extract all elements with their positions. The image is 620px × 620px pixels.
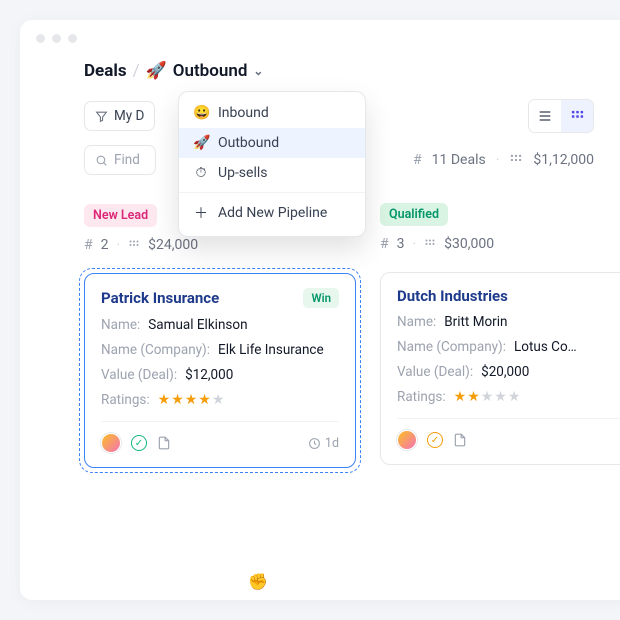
document-icon[interactable] — [453, 432, 467, 448]
company-name: Lotus Co… — [514, 339, 577, 355]
grab-cursor-icon: ✊ — [248, 572, 268, 591]
pipeline-option-upsells[interactable]: ⏱ Up-sells — [179, 158, 365, 188]
breadcrumb-root[interactable]: Deals — [84, 61, 127, 81]
add-pipeline-button[interactable]: ＋ Add New Pipeline — [179, 192, 365, 230]
field-label: Value (Deal): — [397, 364, 473, 380]
deal-value: $20,000 — [481, 364, 529, 380]
kanban-column-qualified: Qualified # 3 · $30,000 Dutch Industries — [380, 203, 620, 468]
avatar[interactable] — [101, 433, 121, 453]
grid-icon — [424, 238, 436, 250]
pipeline-option-outbound[interactable]: 🚀 Outbound — [179, 128, 365, 158]
deal-value: $12,000 — [185, 367, 233, 383]
list-view-button[interactable] — [529, 100, 561, 132]
deal-card[interactable]: Dutch Industries Name: Britt Morin Name … — [380, 272, 620, 465]
time-ago: 1d — [308, 436, 339, 451]
deal-count: 11 Deals — [432, 152, 486, 168]
view-toggle — [528, 99, 594, 133]
breadcrumb: Deals / 🚀 Outbound ⌄ — [84, 61, 594, 81]
pipeline-selector[interactable]: 🚀 Outbound ⌄ — [146, 61, 264, 81]
field-label: Name (Company): — [397, 339, 506, 355]
grid-icon — [128, 239, 140, 251]
hash-icon: # — [413, 152, 422, 168]
status-badge: Win — [303, 288, 339, 308]
separator-dot: · — [496, 152, 500, 168]
total-value: $1,12,000 — [533, 152, 594, 168]
search-icon — [95, 154, 108, 167]
column-count: 3 — [397, 236, 405, 252]
warning-circle-icon: ✓ — [427, 432, 443, 448]
pipeline-summary: # 11 Deals · $1,12,000 — [413, 152, 594, 168]
hash-icon: # — [84, 237, 93, 253]
pipeline-option-inbound[interactable]: 😀 Inbound — [179, 98, 365, 128]
field-label: Name: — [397, 314, 436, 330]
document-icon[interactable] — [157, 435, 171, 451]
filter-label: My D — [114, 108, 144, 124]
column-value: $24,000 — [148, 237, 198, 253]
pipeline-name: Outbound — [173, 61, 248, 81]
column-badge: New Lead — [84, 204, 157, 227]
rocket-icon: 🚀 — [146, 61, 167, 81]
field-label: Ratings: — [397, 389, 446, 405]
add-pipeline-label: Add New Pipeline — [218, 205, 327, 221]
window-titlebar — [20, 20, 620, 51]
company-name: Elk Life Insurance — [218, 342, 324, 358]
search-placeholder: Find — [114, 152, 140, 168]
pipeline-dropdown: 😀 Inbound 🚀 Outbound ⏱ Up-sells ＋ Add Ne… — [178, 91, 366, 237]
column-badge: Qualified — [380, 203, 448, 226]
column-summary: # 3 · $30,000 — [380, 236, 620, 252]
field-label: Name (Company): — [101, 342, 210, 358]
hash-icon: # — [380, 236, 389, 252]
breadcrumb-separator: / — [133, 61, 140, 81]
kanban-column-new-lead: New Lead ＋ # 2 · $24,000 — [84, 203, 356, 468]
app-window: Deals / 🚀 Outbound ⌄ My D 😀 Inbound — [20, 20, 620, 600]
contact-name: Samual Elkinson — [148, 317, 247, 333]
smile-icon: 😀 — [193, 105, 209, 121]
my-deals-filter[interactable]: My D — [84, 101, 155, 131]
field-label: Ratings: — [101, 392, 150, 408]
rating-stars: ★★★★★ — [158, 392, 226, 408]
search-input[interactable]: Find — [84, 145, 156, 175]
column-value: $30,000 — [444, 236, 494, 252]
pipeline-option-label: Up-sells — [218, 165, 268, 181]
deal-title: Patrick Insurance — [101, 289, 219, 307]
column-summary: # 2 · $24,000 — [84, 237, 356, 253]
rating-stars: ★★★★★ — [454, 389, 522, 405]
pipeline-option-label: Inbound — [218, 105, 269, 121]
column-count: 2 — [101, 237, 109, 253]
contact-name: Britt Morin — [444, 314, 507, 330]
funnel-icon — [95, 110, 108, 123]
avatar[interactable] — [397, 430, 417, 450]
field-label: Name: — [101, 317, 140, 333]
field-label: Value (Deal): — [101, 367, 177, 383]
deal-card[interactable]: Patrick Insurance Win Name: Samual Elkin… — [84, 273, 356, 468]
kanban-view-button[interactable] — [561, 100, 593, 132]
deal-title: Dutch Industries — [397, 287, 508, 305]
pipeline-option-label: Outbound — [218, 135, 279, 151]
chevron-down-icon: ⌄ — [253, 64, 263, 78]
stopwatch-icon: ⏱ — [193, 165, 209, 181]
check-circle-icon: ✓ — [131, 435, 147, 451]
window-dot — [52, 34, 61, 43]
clock-icon — [308, 437, 321, 450]
rocket-icon: 🚀 — [193, 135, 209, 151]
grid-icon — [509, 153, 523, 167]
window-dot — [68, 34, 77, 43]
window-dot — [36, 34, 45, 43]
plus-icon: ＋ — [193, 203, 209, 223]
